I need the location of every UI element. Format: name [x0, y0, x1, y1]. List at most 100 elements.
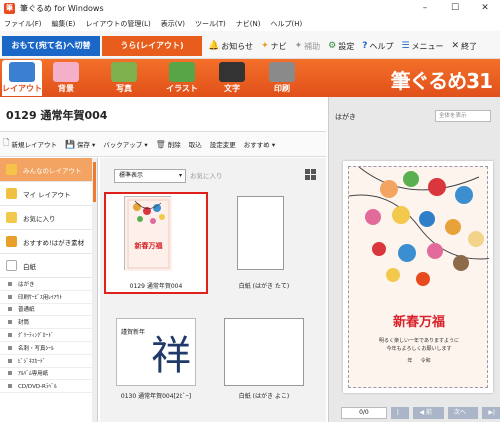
change-settings-label: 設定変更	[209, 141, 236, 149]
grid-view-icon[interactable]	[305, 169, 316, 180]
page-counter: 0/0	[341, 407, 387, 419]
sidebar-item-recommended[interactable]: おすすめ!はがき素材	[0, 230, 97, 254]
navi-button[interactable]: ✦ ナビ	[261, 41, 287, 52]
ribbon: レイアウト 背景 写真 イラスト 文字 印刷 筆ぐるめ31	[0, 59, 500, 97]
bullet-icon	[8, 358, 12, 363]
bullet-icon	[8, 307, 12, 312]
bullet-icon	[8, 294, 12, 299]
assist-button[interactable]: ✦ 補助	[295, 41, 321, 52]
sidebar-subitem[interactable]: 名刺・写真ｼｰﾙ	[0, 342, 97, 355]
layout-mode-tab[interactable]: うら(レイアウト)	[102, 36, 202, 56]
assist-icon: ✦	[294, 41, 303, 51]
folder-icon	[6, 188, 17, 199]
thumbnail-kanji: 祥	[151, 333, 191, 379]
layout-card[interactable]: 白紙 (はがき たて)	[214, 194, 314, 292]
sidebar-subitem-label: 普通紙	[18, 307, 35, 314]
layout-card[interactable]: 白紙 (はがき よこ)	[214, 318, 314, 416]
favorites-filter[interactable]: お気に入り	[190, 170, 223, 180]
postcard-preview[interactable]: 新春万福 明るく楽しい一年でありますように 今年もよろしくお願いします 年 令和	[343, 161, 493, 393]
menu-navi[interactable]: ナビ(N)	[236, 19, 261, 29]
sidebar-subitem[interactable]: 印刷ｻｰﾋﾞｽ用ﾚｲｱｳﾄ	[0, 291, 97, 304]
sidebar-subitem[interactable]: ｱﾙﾊﾞﾑ専用紙	[0, 368, 97, 381]
navi-icon: ✦	[261, 41, 269, 51]
category-sidebar: みんなのレイアウト マイ レイアウト お気に入り おすすめ!はがき素材 白紙 は…	[0, 158, 98, 422]
sidebar-subitem[interactable]: CD/DVD-Rﾗﾍﾞﾙ	[0, 380, 97, 394]
document-title: 0129 通常年賀004	[6, 109, 108, 122]
chevron-down-icon: ▾	[178, 172, 182, 179]
exit-button[interactable]: ✕ 終了	[452, 41, 478, 52]
new-layout-button[interactable]: 🗋 新規レイアウト	[3, 137, 57, 151]
bullet-icon	[8, 371, 12, 376]
ribbon-tab-photo[interactable]: 写真	[104, 60, 144, 96]
printer-icon	[269, 62, 295, 82]
navi-label: ナビ	[270, 41, 287, 51]
sidebar-item-label: 白紙	[23, 262, 36, 271]
sidebar-subitem[interactable]: ｸﾞﾘｰﾃｨﾝｸﾞｶｰﾄﾞ	[0, 329, 97, 342]
thumbnail-text: 新春万福	[134, 242, 163, 250]
settings-label: 設定	[338, 41, 355, 51]
nenga-illustration	[349, 167, 489, 286]
view-filter-select[interactable]: 標準表示 ▾	[114, 169, 186, 183]
ribbon-tab-label: レイアウト	[2, 84, 42, 93]
sidebar-item-favorites[interactable]: お気に入り	[0, 206, 97, 230]
help-button[interactable]: ? ヘルプ	[362, 41, 393, 52]
layout-card[interactable]: 新春万福 0129 通常年賀004	[104, 192, 208, 294]
prev-page-button[interactable]: ◀ 前へ	[413, 407, 444, 422]
minimize-button[interactable]: –	[410, 0, 440, 17]
postcard-frame: 新春万福 明るく楽しい一年でありますように 今年もよろしくお願いします 年 令和	[348, 166, 489, 388]
sidebar-subitem-label: ｱﾙﾊﾞﾑ専用紙	[18, 371, 49, 378]
delete-button[interactable]: 🗑 削除	[155, 139, 181, 150]
change-settings-button[interactable]: 設定変更	[210, 139, 236, 149]
ribbon-tab-background[interactable]: 背景	[46, 60, 86, 96]
maximize-button[interactable]: ☐	[440, 0, 470, 17]
sidebar-scrollbar[interactable]	[92, 158, 97, 422]
app-icon: 筆	[4, 3, 15, 14]
first-page-button[interactable]: |◀	[390, 407, 410, 422]
news-button[interactable]: 🔔 お知らせ	[208, 41, 253, 52]
preview-paper-label: はがき	[335, 113, 356, 121]
text-icon	[219, 62, 245, 82]
layout-card[interactable]: 謹賀新年 祥 0130 通常年賀004[2ﾋﾞｰ]	[106, 318, 206, 416]
sidebar-subitem-label: ｸﾞﾘｰﾃｨﾝｸﾞｶｰﾄﾞ	[18, 333, 54, 340]
folder-icon	[6, 164, 17, 175]
ribbon-tab-print[interactable]: 印刷	[262, 60, 302, 96]
save-button[interactable]: 💾 保存 ▾	[64, 139, 95, 150]
next-page-button[interactable]: 次へ ▶	[447, 407, 479, 422]
sidebar-subitem[interactable]: はがき	[0, 278, 97, 291]
trash-icon: 🗑	[155, 139, 166, 149]
zoom-select[interactable]: 全体を表示	[435, 110, 491, 122]
layout-card-caption: 白紙 (はがき よこ)	[238, 393, 290, 400]
menu-layout-manage[interactable]: レイアウトの管理(L)	[85, 19, 150, 29]
ribbon-tab-text[interactable]: 文字	[212, 60, 252, 96]
gear-icon: ⚙	[328, 41, 337, 51]
layout-card-caption: 0130 通常年賀004[2ﾋﾞｰ]	[120, 393, 192, 400]
save-icon: 💾	[64, 139, 75, 149]
photo-icon	[111, 62, 137, 82]
switch-to-address-tab[interactable]: おもて(宛て名)へ切替	[2, 36, 100, 56]
menu-tools[interactable]: ツール(T)	[195, 19, 226, 29]
close-button[interactable]: ✕	[470, 0, 500, 17]
settings-button[interactable]: ⚙ 設定	[328, 41, 354, 52]
top-actions: 🔔 お知らせ ✦ ナビ ✦ 補助 ⚙ 設定 ? ヘルプ ☰ メニュー ✕ 終了	[208, 36, 485, 56]
menu-button[interactable]: ☰ メニュー	[401, 41, 443, 52]
sidebar-subitem[interactable]: 封筒	[0, 316, 97, 330]
sidebar-subitem[interactable]: ﾋﾞｼﾞﾈｽｶｰﾄﾞ	[0, 355, 97, 368]
ribbon-tab-layout[interactable]: レイアウト	[2, 60, 42, 96]
sidebar-item-everyone-layouts[interactable]: みんなのレイアウト	[0, 158, 97, 182]
sidebar-subitem[interactable]: 普通紙	[0, 304, 97, 317]
new-doc-icon: 🗋	[3, 138, 10, 147]
import-button[interactable]: 取込	[189, 139, 202, 149]
menu-file[interactable]: ファイル(F)	[4, 19, 42, 29]
sidebar-item-blank[interactable]: 白紙	[0, 254, 97, 278]
sidebar-item-my-layouts[interactable]: マイ レイアウト	[0, 182, 97, 206]
menu-edit[interactable]: 編集(E)	[52, 19, 76, 29]
recommend-button[interactable]: おすすめ ▾	[244, 139, 275, 149]
scrollbar-thumb[interactable]	[93, 162, 96, 202]
last-page-button[interactable]: ▶|	[482, 407, 500, 419]
preview-pane: はがき 全体を表示 新春万福 明るく楽しい一年でありますように 今年もよろしくお…	[328, 97, 500, 422]
menu-help[interactable]: ヘルプ(H)	[270, 19, 302, 29]
postcard-main-text: 新春万福	[392, 315, 445, 330]
ribbon-tab-illust[interactable]: イラスト	[160, 60, 204, 96]
backup-button[interactable]: バックアップ ▾	[103, 139, 147, 149]
menu-view[interactable]: 表示(V)	[161, 19, 185, 29]
